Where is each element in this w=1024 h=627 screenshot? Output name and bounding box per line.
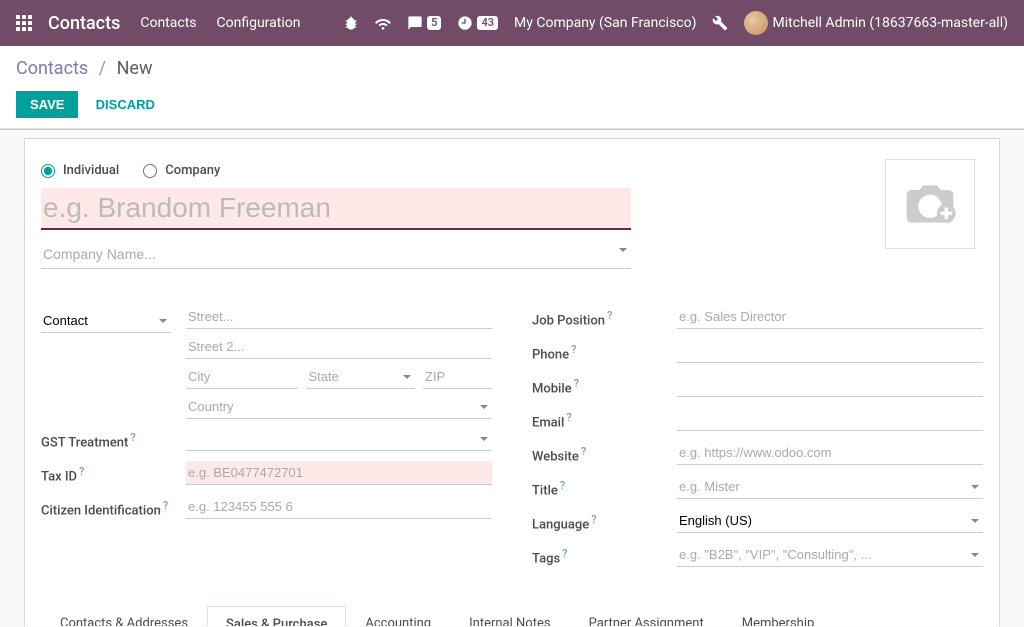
nav-menu-configuration[interactable]: Configuration	[217, 15, 301, 31]
street2-input[interactable]	[186, 335, 492, 359]
breadcrumb: Contacts / New	[16, 58, 1008, 79]
help-icon[interactable]: ?	[591, 513, 596, 526]
help-icon[interactable]: ?	[130, 431, 135, 444]
tags-input[interactable]	[677, 543, 983, 567]
company-switcher[interactable]: My Company (San Francisco)	[514, 15, 696, 31]
radio-company[interactable]: Company	[143, 163, 220, 178]
messages-icon[interactable]: 5	[407, 15, 441, 31]
company-input[interactable]	[41, 240, 631, 269]
tabs: Contacts & Addresses Sales & Purchase Ac…	[41, 605, 983, 626]
image-upload[interactable]	[885, 159, 975, 249]
phone-input[interactable]	[677, 339, 983, 363]
help-icon[interactable]: ?	[163, 499, 168, 512]
website-input[interactable]	[677, 441, 983, 465]
apps-icon[interactable]	[16, 15, 32, 31]
help-icon[interactable]: ?	[560, 479, 565, 492]
user-name: Mitchell Admin (18637663-master-all)	[772, 15, 1008, 31]
country-input[interactable]	[186, 395, 492, 419]
wifi-icon[interactable]	[375, 15, 391, 31]
tab-membership[interactable]: Membership	[723, 605, 834, 626]
city-input[interactable]	[186, 365, 298, 389]
nav-menu-contacts[interactable]: Contacts	[140, 15, 196, 31]
radio-individual[interactable]: Individual	[41, 163, 119, 178]
tax-id-input[interactable]	[186, 461, 492, 485]
citizen-id-input[interactable]	[186, 495, 492, 519]
user-menu[interactable]: Mitchell Admin (18637663-master-all)	[744, 11, 1008, 35]
help-icon[interactable]: ?	[607, 309, 612, 322]
title-input[interactable]	[677, 475, 983, 499]
avatar	[744, 11, 768, 35]
top-nav: Contacts Contacts Configuration 5 43 My …	[0, 0, 1024, 46]
name-input[interactable]	[41, 188, 631, 230]
breadcrumb-current: New	[117, 58, 153, 79]
language-select[interactable]	[677, 509, 983, 533]
messages-badge: 5	[427, 16, 441, 30]
mobile-input[interactable]	[677, 373, 983, 397]
breadcrumb-root[interactable]: Contacts	[16, 58, 88, 79]
tab-contacts-addresses[interactable]: Contacts & Addresses	[41, 605, 207, 626]
bug-icon[interactable]	[343, 15, 359, 31]
tab-partner-assignment[interactable]: Partner Assignment	[570, 605, 723, 626]
state-input[interactable]	[306, 365, 414, 389]
help-icon[interactable]: ?	[571, 343, 576, 356]
save-button[interactable]: SAVE	[16, 91, 78, 118]
help-icon[interactable]: ?	[562, 547, 567, 560]
nav-brand[interactable]: Contacts	[48, 13, 120, 34]
form-sheet: Individual Company	[24, 138, 1000, 626]
help-icon[interactable]: ?	[581, 445, 586, 458]
job-position-input[interactable]	[677, 305, 983, 329]
help-icon[interactable]: ?	[79, 465, 84, 478]
address-type-select[interactable]	[41, 309, 171, 333]
help-icon[interactable]: ?	[574, 377, 579, 390]
activities-icon[interactable]: 43	[457, 15, 498, 31]
tab-sales-purchase[interactable]: Sales & Purchase	[207, 606, 346, 626]
tab-accounting[interactable]: Accounting	[346, 605, 450, 626]
discard-button[interactable]: DISCARD	[82, 91, 169, 118]
help-icon[interactable]: ?	[566, 411, 571, 424]
gst-treatment-input[interactable]	[186, 427, 492, 451]
zip-input[interactable]	[423, 365, 492, 389]
tab-internal-notes[interactable]: Internal Notes	[450, 605, 569, 626]
street-input[interactable]	[186, 305, 492, 329]
tools-icon[interactable]	[712, 15, 728, 31]
activities-badge: 43	[477, 16, 498, 30]
control-bar: Contacts / New SAVE DISCARD	[0, 46, 1024, 129]
email-input[interactable]	[677, 407, 983, 431]
